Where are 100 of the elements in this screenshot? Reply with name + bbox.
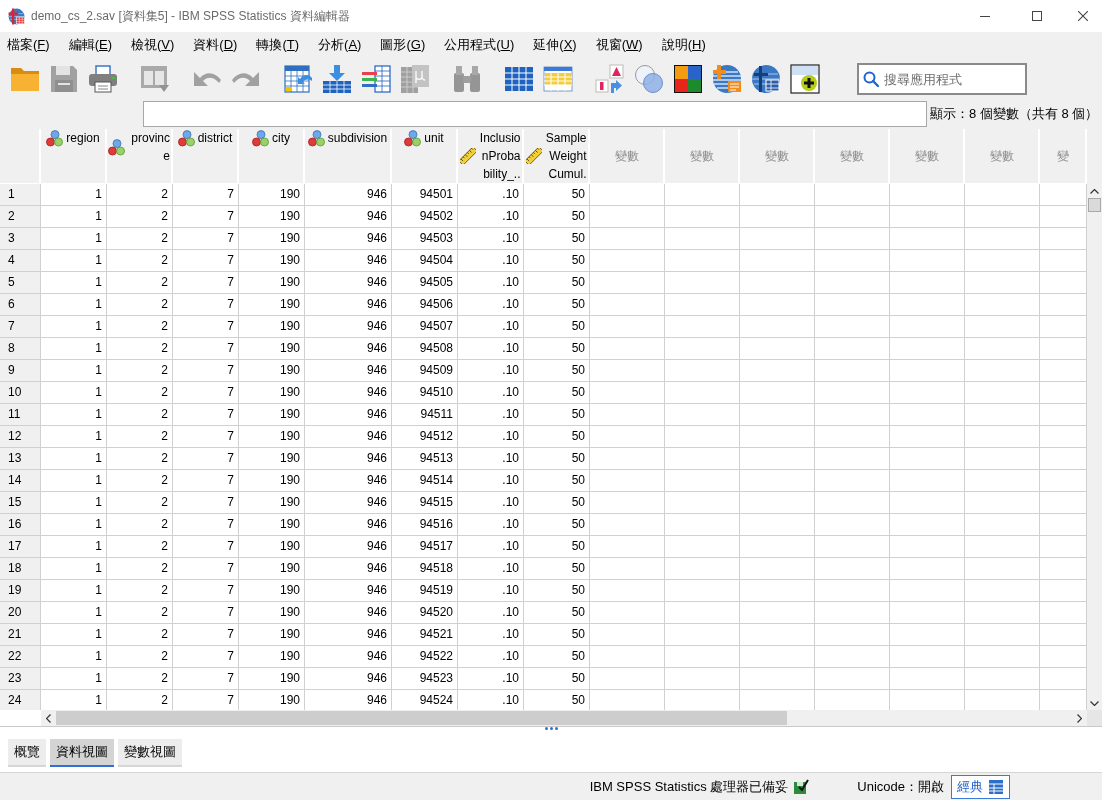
mode-button[interactable]: 經典 (951, 774, 1010, 799)
menu-item[interactable]: 延伸(X) (533, 35, 577, 55)
table-cell (1040, 272, 1087, 294)
table-cell: 1 (41, 624, 107, 646)
scrollbar-thumb[interactable] (1088, 198, 1101, 212)
squares-icon[interactable] (673, 64, 703, 94)
processor-status: IBM SPSS Statistics 處理器已備妥 (589, 777, 789, 796)
table-cell (1040, 646, 1087, 668)
table-cell: 50 (524, 470, 590, 492)
table-cell: 1 (41, 206, 107, 228)
table-cell: 94502 (392, 206, 458, 228)
table-cell: 94508 (392, 338, 458, 360)
table-cell: .10 (458, 382, 524, 404)
table-cell (1040, 338, 1087, 360)
table-cell: 50 (524, 426, 590, 448)
table-cell: 1 (41, 668, 107, 690)
table-cell: 946 (305, 558, 392, 580)
close-icon[interactable] (1078, 11, 1088, 21)
window-plus-icon[interactable] (790, 64, 820, 94)
menu-item[interactable]: 檔案(F) (7, 35, 50, 55)
table-cell: 94504 (392, 250, 458, 272)
menu-item[interactable]: 資料(D) (193, 35, 238, 55)
table-cell: 94521 (392, 624, 458, 646)
caret-down-icon[interactable] (1090, 700, 1099, 706)
row-number: 6 (0, 294, 41, 316)
table-cell: 1 (41, 558, 107, 580)
menu-item[interactable]: 說明(H) (661, 35, 706, 55)
table-cell: 7 (173, 668, 239, 690)
scrollbar-thumb[interactable] (56, 711, 787, 725)
table-cell: 50 (524, 316, 590, 338)
table-cell (1040, 382, 1087, 404)
grid-down-arrow-icon[interactable] (322, 64, 352, 94)
maximize-icon[interactable] (1032, 11, 1042, 21)
table-cell: 2 (107, 668, 173, 690)
row-number: 4 (0, 250, 41, 272)
table-cell: 1 (41, 184, 107, 206)
grid-icon[interactable] (504, 64, 534, 94)
minimize-icon[interactable] (980, 15, 990, 17)
caret-right-icon[interactable] (1077, 713, 1082, 723)
table-cell: .10 (458, 294, 524, 316)
table-cell: 190 (239, 426, 305, 448)
row-number: 24 (0, 690, 41, 710)
resize-handle[interactable] (544, 727, 558, 730)
table-cell: 2 (107, 228, 173, 250)
view-tab[interactable]: 概覽 (8, 739, 46, 767)
table-cell: 946 (305, 426, 392, 448)
view-tab[interactable]: 資料視圖 (50, 739, 114, 767)
table-cell: 946 (305, 250, 392, 272)
balls-icon (177, 129, 195, 147)
table-cell: 946 (305, 668, 392, 690)
menu-item[interactable]: 公用程式(U) (444, 35, 515, 55)
view-tab[interactable]: 變數視圖 (118, 739, 182, 767)
table-icon[interactable] (543, 64, 573, 94)
printer-icon[interactable] (88, 64, 118, 94)
table-cell: .10 (458, 646, 524, 668)
table-cell: 1 (41, 470, 107, 492)
horizontal-scrollbar[interactable] (41, 710, 1087, 726)
table-cell: 94522 (392, 646, 458, 668)
menu-item[interactable]: 視窗(W) (595, 35, 643, 55)
table-cell: 50 (524, 206, 590, 228)
menu-item[interactable]: 圖形(G) (380, 35, 426, 55)
menu-item[interactable]: 分析(A) (318, 35, 362, 55)
menu-item[interactable]: 轉換(T) (256, 35, 300, 55)
split-arrows-icon[interactable] (595, 64, 625, 94)
table-cell: 190 (239, 228, 305, 250)
column-name: InclusionProbability_.. (478, 130, 521, 183)
table-cell (1040, 228, 1087, 250)
table-cell: 1 (41, 316, 107, 338)
caret-left-icon[interactable] (46, 713, 51, 723)
table-cell: .10 (458, 272, 524, 294)
table-cell: 7 (173, 514, 239, 536)
table-cell: 2 (107, 206, 173, 228)
table-cell: 1 (41, 360, 107, 382)
globe-plus-icon[interactable] (712, 64, 742, 94)
table-cell: 946 (305, 514, 392, 536)
overlapping-circles-icon[interactable] (634, 64, 664, 94)
input-field[interactable] (143, 100, 927, 127)
table-cell: 50 (524, 492, 590, 514)
row-number: 15 (0, 492, 41, 514)
table-cell: 946 (305, 206, 392, 228)
menu-item[interactable]: 編輯(E) (68, 35, 112, 55)
table-cell (1040, 206, 1087, 228)
table-cell: 946 (305, 448, 392, 470)
column-name: city (272, 130, 290, 147)
row-number: 12 (0, 426, 41, 448)
table-cell: 190 (239, 448, 305, 470)
globe-table-icon[interactable] (751, 64, 781, 94)
column-name: 變數 (914, 148, 939, 165)
table-cell: 7 (173, 646, 239, 668)
table-cell: 7 (173, 602, 239, 624)
table-cell: 190 (239, 602, 305, 624)
window-title: demo_cs_2.sav [資料集5] - IBM SPSS Statistics 資料編輯器 (31, 7, 350, 25)
search-field[interactable]: 搜尋應用程式 (857, 63, 1027, 95)
table-cell: 190 (239, 316, 305, 338)
row-number: 8 (0, 338, 41, 360)
striped-grid-icon[interactable] (361, 64, 391, 94)
menu-item[interactable]: 檢視(V) (131, 35, 175, 55)
caret-up-icon[interactable] (1090, 188, 1099, 194)
table-cell: 190 (239, 492, 305, 514)
table-cell: 1 (41, 250, 107, 272)
